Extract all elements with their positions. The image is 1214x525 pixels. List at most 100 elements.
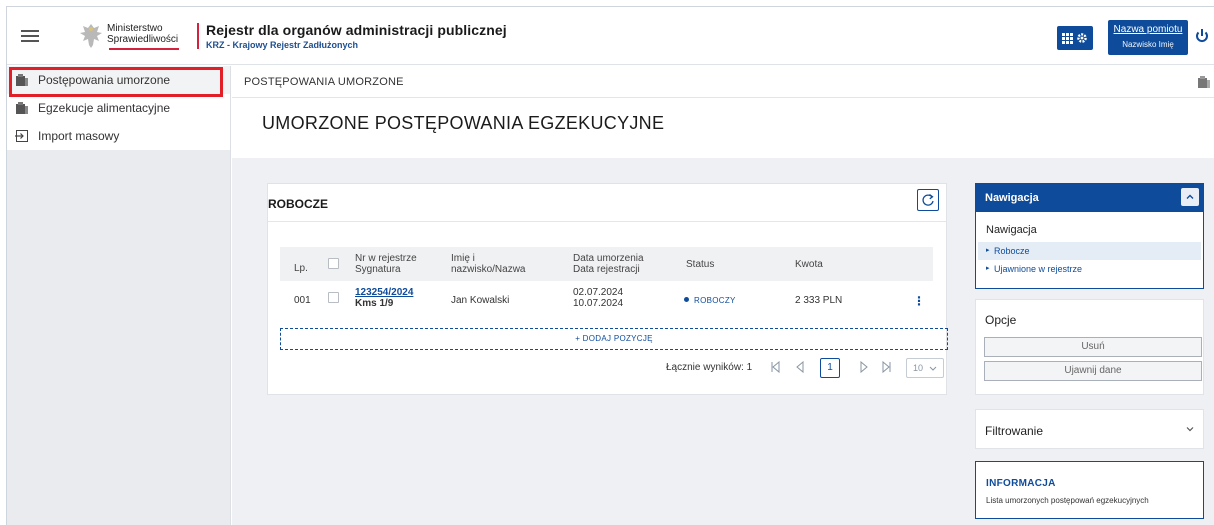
reveal-data-button[interactable]: Ujawnij dane (984, 361, 1202, 381)
eagle-emblem-icon (80, 24, 102, 48)
cell-amount: 2 333 PLN (795, 295, 843, 306)
col-name-line1: Imię i (451, 253, 475, 264)
menu-icon[interactable] (21, 30, 39, 42)
nav-link-ujawnione[interactable]: ▸ Ujawnione w rejestrze (978, 260, 1201, 278)
sidebar-item-postepowania-umorzone[interactable]: Postępowania umorzone (7, 66, 230, 94)
ministry-logo[interactable]: Ministerstwo Sprawiedliwości (77, 21, 197, 57)
status-text: ROBOCZY (694, 296, 736, 305)
add-position-button[interactable]: + DODAJ POZYCJĘ (280, 328, 948, 350)
last-page-icon[interactable] (880, 360, 892, 374)
folder-gavel-icon (16, 74, 28, 86)
logo-text: Ministerstwo Sprawiedliwości (107, 23, 178, 45)
page-size-value: 10 (913, 363, 924, 373)
current-page[interactable]: 1 (820, 358, 840, 378)
options-panel: Opcje Usuń Ujawnij dane (975, 299, 1204, 395)
robocze-card: ROBOCZE Lp. Nr w rejestrze Sygnatura Imi… (267, 183, 948, 395)
import-icon (15, 130, 28, 142)
registry-number-link[interactable]: 123254/2024 (355, 287, 413, 298)
table-row[interactable]: 001 123254/2024 Kms 1/9 Jan Kowalski 02.… (280, 281, 933, 315)
signature: Kms 1/9 (355, 298, 394, 309)
col-date-line1: Data umorzenia (573, 253, 644, 264)
col-amount: Kwota (795, 259, 823, 270)
status-dot (684, 297, 689, 302)
sidebar-item-egzekucje-alimentacyjne[interactable]: Egzekucje alimentacyjne (7, 94, 230, 122)
sidebar-menu: Postępowania umorzone Egzekucje alimenta… (7, 66, 230, 150)
header-icon-group (1057, 26, 1093, 50)
col-nr-sygnatura: Nr w rejestrze Sygnatura (355, 253, 417, 275)
user-account-button[interactable]: Nazwa pomiotu Nazwisko Imię (1108, 20, 1188, 55)
nav-link-label: Robocze (994, 246, 1030, 256)
info-panel: INFORMACJA Lista umorzonych postępowań e… (975, 461, 1204, 519)
caret-right-icon: ▸ (986, 247, 990, 254)
cell-nr-sygnatura: 123254/2024 Kms 1/9 (355, 287, 413, 309)
chevron-down-icon (929, 366, 937, 371)
apps-grid-icon[interactable] (1062, 32, 1074, 44)
navigation-header-title: Nawigacja (985, 192, 1039, 204)
date-umorzenia: 02.07.2024 (573, 287, 624, 298)
title-bar: UMORZONE POSTĘPOWANIA EGZEKUCYJNE (232, 98, 1214, 158)
col-nr-line2: Sygnatura (355, 264, 401, 275)
navigation-subtitle: Nawigacja (986, 224, 1037, 236)
app-window: Ministerstwo Sprawiedliwości Rejestr dla… (6, 6, 1214, 525)
user-role: Nazwisko Imię (1122, 40, 1174, 49)
select-all-checkbox[interactable] (328, 258, 339, 269)
navigation-panel: Nawigacja Nawigacja ▸ Robocze ▸ Ujawnion… (975, 183, 1204, 289)
folder-gavel-icon (1198, 76, 1210, 88)
chevron-down-icon (1186, 427, 1194, 432)
prev-page-icon[interactable] (794, 360, 806, 374)
page-size-select[interactable]: 10 (906, 358, 944, 378)
options-title: Opcje (985, 313, 1017, 327)
date-rejestracji: 10.07.2024 (573, 298, 624, 309)
nav-link-robocze[interactable]: ▸ Robocze (978, 242, 1201, 260)
logo-underline (109, 48, 179, 50)
col-dates: Data umorzenia Data rejestracji (573, 253, 644, 275)
folder-gavel-icon (16, 102, 28, 114)
sidebar-item-label: Egzekucje alimentacyjne (38, 101, 171, 115)
cell-dates: 02.07.2024 10.07.2024 (573, 287, 623, 309)
top-header: Ministerstwo Sprawiedliwości Rejestr dla… (7, 7, 1214, 65)
sidebar-item-label: Postępowania umorzone (38, 73, 171, 87)
refresh-icon (922, 193, 934, 206)
cell-lp: 001 (294, 295, 311, 306)
app-subtitle: KRZ - Krajowy Rejestr Zadłużonych (206, 40, 359, 50)
logo-line-1: Ministerstwo (107, 23, 163, 34)
info-title: INFORMACJA (986, 478, 1056, 489)
power-icon[interactable] (1193, 27, 1211, 45)
col-date-line2: Data rejestracji (573, 264, 640, 275)
user-name: Nazwa pomiotu (1113, 24, 1183, 35)
refresh-button[interactable] (917, 189, 939, 211)
total-results: Łącznie wyników: 1 (666, 362, 753, 373)
cell-name: Jan Kowalski (451, 295, 510, 306)
navigation-header: Nawigacja (976, 184, 1203, 212)
sidebar-item-import-masowy[interactable]: Import masowy (7, 122, 230, 150)
col-nr-line1: Nr w rejestrze (355, 253, 417, 264)
info-text: Lista umorzonych postępowań egzekucyjnyc… (986, 496, 1149, 505)
col-lp: Lp. (294, 263, 308, 274)
filter-panel[interactable]: Filtrowanie (975, 409, 1204, 449)
caret-right-icon: ▸ (986, 265, 990, 272)
table-header: Lp. Nr w rejestrze Sygnatura Imię i nazw… (280, 247, 933, 281)
delete-button[interactable]: Usuń (984, 337, 1202, 357)
breadcrumb: POSTĘPOWANIA UMORZONE (244, 76, 404, 88)
app-title: Rejestr dla organów administracji public… (206, 22, 507, 38)
col-name: Imię i nazwisko/Nazwa (451, 253, 525, 275)
sidebar-item-label: Import masowy (38, 129, 120, 143)
card-title: ROBOCZE (268, 197, 328, 211)
chevron-up-icon (1186, 194, 1194, 199)
collapse-button[interactable] (1181, 188, 1199, 206)
first-page-icon[interactable] (770, 360, 782, 374)
nav-link-label: Ujawnione w rejestrze (994, 264, 1083, 274)
row-actions-icon[interactable]: ⋮ (913, 294, 925, 308)
col-name-line2: nazwisko/Nazwa (451, 264, 526, 275)
filter-title: Filtrowanie (985, 424, 1044, 438)
next-page-icon[interactable] (858, 360, 870, 374)
sidebar: Postępowania umorzone Egzekucje alimenta… (7, 66, 231, 525)
page-title: UMORZONE POSTĘPOWANIA EGZEKUCYJNE (262, 113, 665, 133)
logo-line-2: Sprawiedliwości (107, 34, 179, 45)
col-status: Status (686, 259, 715, 270)
main-content: POSTĘPOWANIA UMORZONE UMORZONE POSTĘPOWA… (232, 66, 1214, 525)
row-checkbox[interactable] (328, 292, 339, 303)
card-header: ROBOCZE (268, 184, 946, 222)
header-separator (197, 23, 199, 49)
gear-icon[interactable] (1076, 32, 1088, 44)
